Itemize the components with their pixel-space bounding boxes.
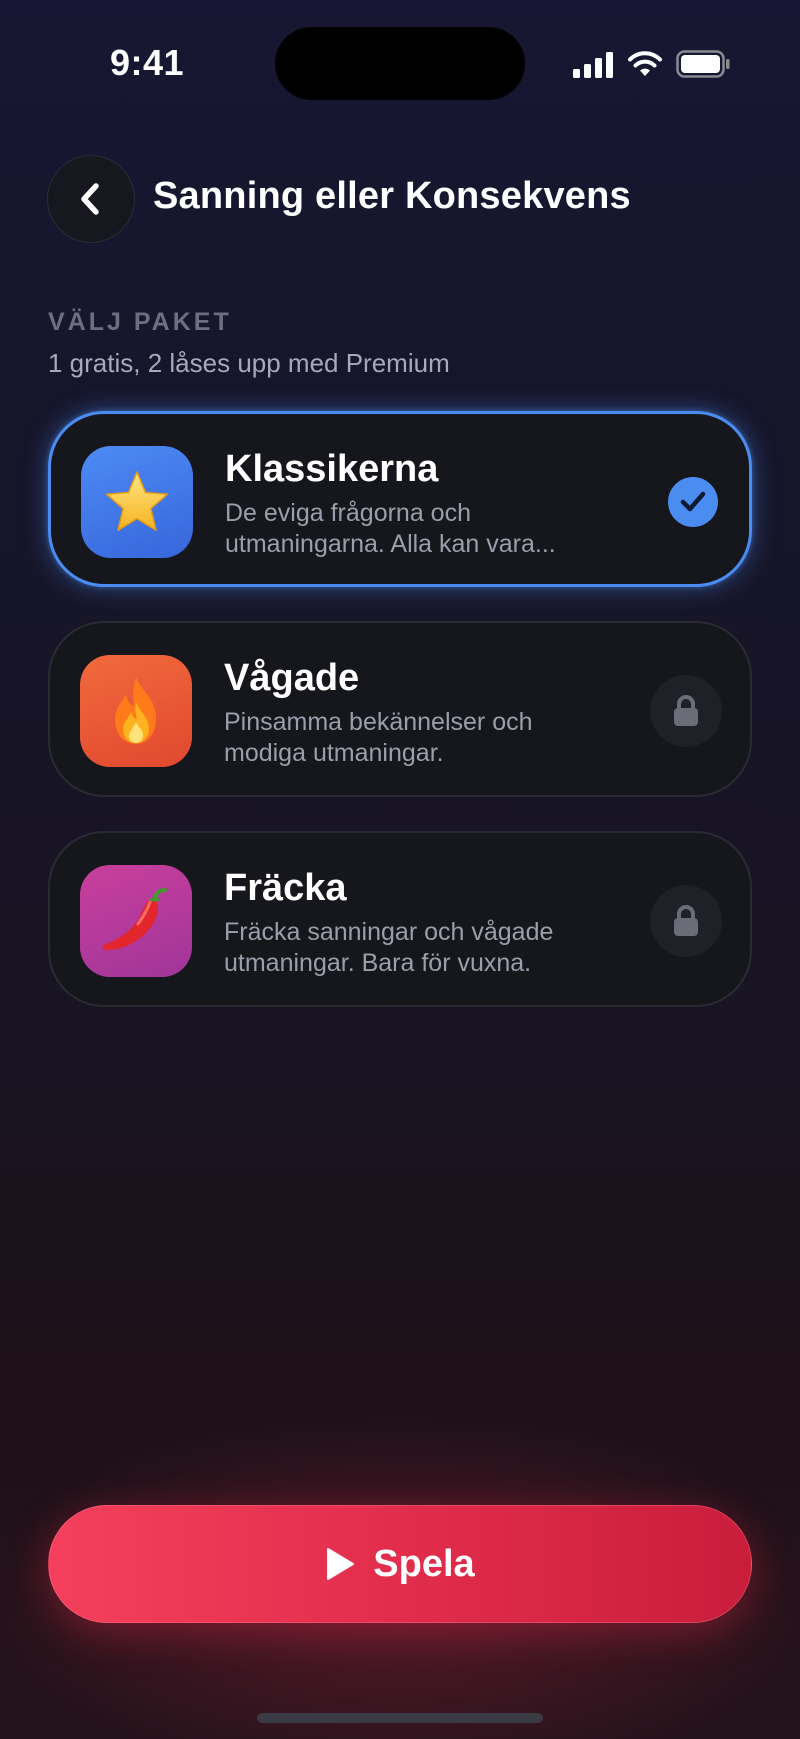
signal-icon [573, 52, 613, 78]
pack-card-klassikerna[interactable]: Klassikerna De eviga frågorna och utmani… [48, 411, 752, 587]
home-indicator [257, 1713, 543, 1723]
pack-description: Fräcka sanningar och vågade utmaningar. … [224, 918, 554, 977]
page-title: Sanning eller Konsekvens [153, 175, 631, 217]
section-label: VÄLJ PAKET [48, 308, 232, 336]
pack-card-fracka[interactable]: Fräcka Fräcka sanningar och vågade utman… [48, 831, 752, 1007]
pack-description: Pinsamma bekännelser och modiga utmaning… [224, 708, 533, 767]
fire-icon [80, 655, 192, 767]
pack-name: Klassikerna [225, 448, 439, 490]
play-button-label: Spela [373, 1542, 475, 1585]
lock-icon [650, 675, 722, 747]
section-subtitle: 1 gratis, 2 låses upp med Premium [48, 348, 450, 378]
play-icon [327, 1548, 355, 1580]
chevron-left-icon [81, 183, 99, 215]
battery-icon [676, 50, 730, 78]
wifi-icon [628, 51, 662, 76]
back-button[interactable] [47, 155, 135, 243]
dynamic-island [275, 27, 525, 100]
checkmark-icon [668, 477, 718, 527]
pack-card-vagade[interactable]: Vågade Pinsamma bekännelser och modiga u… [48, 621, 752, 797]
star-icon [81, 446, 193, 558]
status-time: 9:41 [110, 42, 185, 83]
chili-pepper-icon [80, 865, 192, 977]
lock-icon [650, 885, 722, 957]
play-button[interactable]: Spela [48, 1505, 752, 1623]
pack-name: Fräcka [224, 867, 347, 909]
pack-description: De eviga frågorna och utmaningarna. Alla… [225, 499, 556, 558]
pack-name: Vågade [224, 657, 360, 699]
